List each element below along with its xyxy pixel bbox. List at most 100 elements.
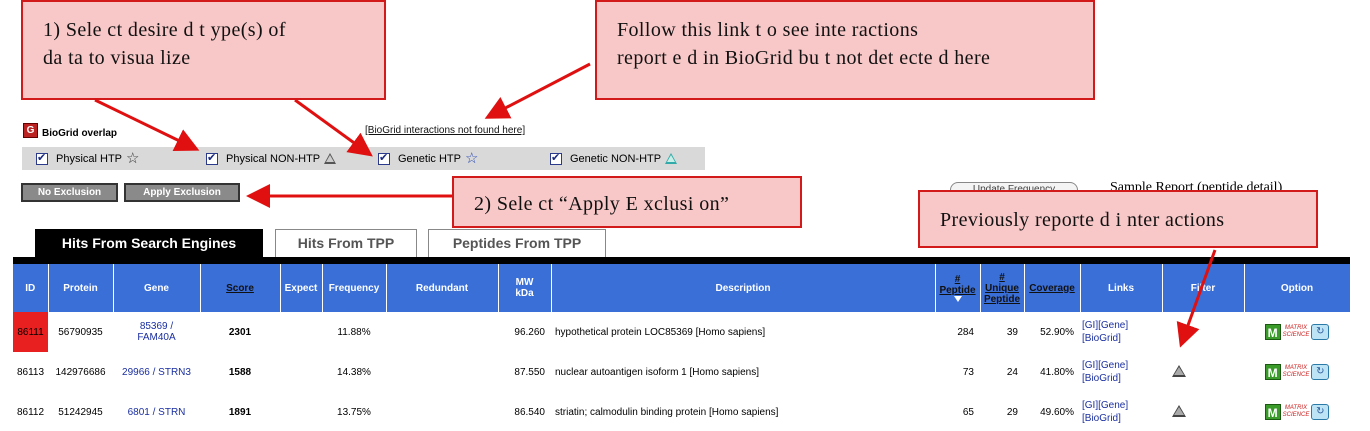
cell-frequency: 11.88% <box>337 326 371 338</box>
gi-gene-link[interactable]: [GI][Gene] <box>1082 319 1162 333</box>
cell-frequency: 14.38% <box>337 366 371 378</box>
arrow-to-genetic-htp <box>294 98 373 157</box>
cell-description: hypothetical protein LOC85369 [Homo sapi… <box>555 326 766 338</box>
cell-id: 86111 <box>13 312 48 352</box>
cell-description: nuclear autoantigen isoform 1 [Homo sapi… <box>555 366 760 378</box>
cell-mw: 96.260 <box>514 326 545 338</box>
cell-redundant <box>386 312 498 352</box>
cell-option: M MATRIX SCIENCE ↻ <box>1244 352 1350 392</box>
biogrid-link[interactable]: [BioGrid] <box>1082 372 1162 386</box>
blue-star-icon: ☆ <box>464 150 479 167</box>
matrix-text: MATRIX <box>1284 405 1308 411</box>
gene-link-2[interactable]: FAM40A <box>113 332 200 343</box>
filter-genetic-htp[interactable]: Genetic HTP ☆ <box>378 147 478 170</box>
biogrid-filter-bar: Physical HTP ☆ Physical NON-HTP Genetic … <box>22 147 705 170</box>
biogrid-not-found-link[interactable]: [BioGrid interactions not found here] <box>365 125 525 136</box>
cell-gene[interactable]: 29966 / STRN3 <box>113 352 200 392</box>
col-peptide[interactable]: # Peptide <box>935 264 981 312</box>
cell-score: 1891 <box>228 406 252 418</box>
gi-gene-link[interactable]: [GI][Gene] <box>1082 359 1162 373</box>
cell-redundant <box>386 352 498 392</box>
tab-hits-from-search-engines[interactable]: Hits From Search Engines <box>35 229 263 257</box>
cell-unique: 39 <box>1006 326 1018 338</box>
biogrid-link[interactable]: [BioGrid] <box>1082 412 1162 426</box>
biogrid-link[interactable]: [BioGrid] <box>1082 332 1162 346</box>
speech-bubble-icon[interactable]: ↻ <box>1311 364 1330 380</box>
speech-bubble-icon[interactable]: ↻ <box>1311 404 1330 420</box>
callout-apply-exclusion: 2) Sele ct “Apply E xclusi on” <box>452 176 802 228</box>
cell-unique: 24 <box>1006 366 1018 378</box>
filter-label: Physical NON-HTP <box>226 152 321 165</box>
col-gene: Gene <box>113 264 201 312</box>
callout-line: report e d in BioGrid bu t not det ecte … <box>617 47 991 69</box>
cell-score: 2301 <box>228 326 252 338</box>
arrow-to-physical-htp <box>94 98 200 151</box>
cell-protein: 56790935 <box>58 326 103 338</box>
cell-mw: 87.550 <box>514 366 545 378</box>
cell-score: 1588 <box>228 366 252 378</box>
filter-label: Genetic NON-HTP <box>570 152 662 165</box>
cell-gene[interactable]: 85369 /FAM40A <box>113 312 200 352</box>
cell-coverage: 41.80% <box>1040 366 1074 378</box>
cell-filter <box>1162 312 1244 352</box>
col-coverage[interactable]: Coverage <box>1024 264 1081 312</box>
callout-line: Previously reporte d i nter actions <box>940 209 1225 231</box>
matrix-science-icon[interactable]: MATRIX SCIENCE <box>1283 365 1310 379</box>
col-links: Links <box>1080 264 1163 312</box>
tab-hits-from-tpp[interactable]: Hits From TPP <box>275 229 417 257</box>
gi-gene-link[interactable]: [GI][Gene] <box>1082 399 1162 413</box>
callout-follow-link: Follow this link t o see inte ractions r… <box>595 0 1095 100</box>
filter-triangle-icon[interactable] <box>1172 364 1186 377</box>
m-icon[interactable]: M <box>1264 364 1281 380</box>
table-row: 86111 56790935 85369 /FAM40A 2301 11.88% 96.2… <box>13 312 1350 352</box>
table-row: 86112 51242945 6801 / STRN 1891 13.75% 86.540… <box>13 392 1350 431</box>
col-unique-peptide[interactable]: # Unique Peptide <box>980 264 1025 312</box>
filter-physical-htp[interactable]: Physical HTP ☆ <box>36 147 139 170</box>
col-mw-label: MW <box>515 277 534 288</box>
genetic-non-htp-checkbox[interactable] <box>550 151 562 165</box>
col-frequency: Frequency <box>322 264 387 312</box>
filter-genetic-non-htp[interactable]: Genetic NON-HTP <box>550 147 678 170</box>
physical-htp-checkbox[interactable] <box>36 151 48 165</box>
cell-mw: 86.540 <box>514 406 545 418</box>
filter-physical-non-htp[interactable]: Physical NON-HTP <box>206 147 337 170</box>
filter-triangle-icon[interactable] <box>1172 404 1186 417</box>
star-icon: ☆ <box>126 150 140 167</box>
callout-line: 1) Sele ct desire d t ype(s) of <box>43 19 286 41</box>
no-exclusion-button[interactable]: No Exclusion <box>21 183 118 202</box>
gene-link[interactable]: 29966 / STRN3 <box>113 367 200 378</box>
genetic-htp-checkbox[interactable] <box>378 151 390 165</box>
matrix-science-icon[interactable]: MATRIX SCIENCE <box>1283 405 1310 419</box>
cell-peptide: 73 <box>962 366 974 378</box>
cell-coverage: 52.90% <box>1040 326 1074 338</box>
matrix-science-icon[interactable]: MATRIX SCIENCE <box>1283 325 1310 339</box>
cell-option: M MATRIX SCIENCE ↻ <box>1244 312 1350 352</box>
teal-triangle-icon <box>665 153 678 164</box>
gene-link[interactable]: 6801 / STRN <box>113 407 200 418</box>
col-unique-hash: # <box>999 271 1005 283</box>
biogrid-logo-icon: G <box>23 123 38 138</box>
cell-filter <box>1162 352 1244 392</box>
cell-coverage: 49.60% <box>1040 406 1074 418</box>
cell-expect <box>280 352 322 392</box>
speech-bubble-icon[interactable]: ↻ <box>1311 324 1330 340</box>
callout-line: 2) Sele ct “Apply E xclusi on” <box>474 193 730 215</box>
apply-exclusion-button[interactable]: Apply Exclusion <box>124 183 240 202</box>
cell-expect <box>280 392 322 431</box>
m-icon[interactable]: M <box>1264 404 1281 420</box>
physical-non-htp-checkbox[interactable] <box>206 151 218 165</box>
callout-line: Follow this link t o see inte ractions <box>617 19 919 41</box>
gene-link[interactable]: 85369 / <box>113 321 200 332</box>
science-text: SCIENCE <box>1282 332 1310 338</box>
col-score[interactable]: Score <box>200 264 281 312</box>
cell-links: [GI][Gene] [BioGrid] <box>1080 392 1162 431</box>
col-description: Description <box>551 264 936 312</box>
cell-id: 86112 <box>16 406 45 418</box>
cell-gene[interactable]: 6801 / STRN <box>113 392 200 431</box>
col-filter: Filter <box>1162 264 1245 312</box>
tab-peptides-from-tpp[interactable]: Peptides From TPP <box>428 229 606 257</box>
col-protein: Protein <box>48 264 114 312</box>
results-table: ID Protein Gene Score Expect Frequency R… <box>13 264 1351 431</box>
filter-label: Physical HTP <box>56 152 123 165</box>
m-icon[interactable]: M <box>1264 324 1281 340</box>
